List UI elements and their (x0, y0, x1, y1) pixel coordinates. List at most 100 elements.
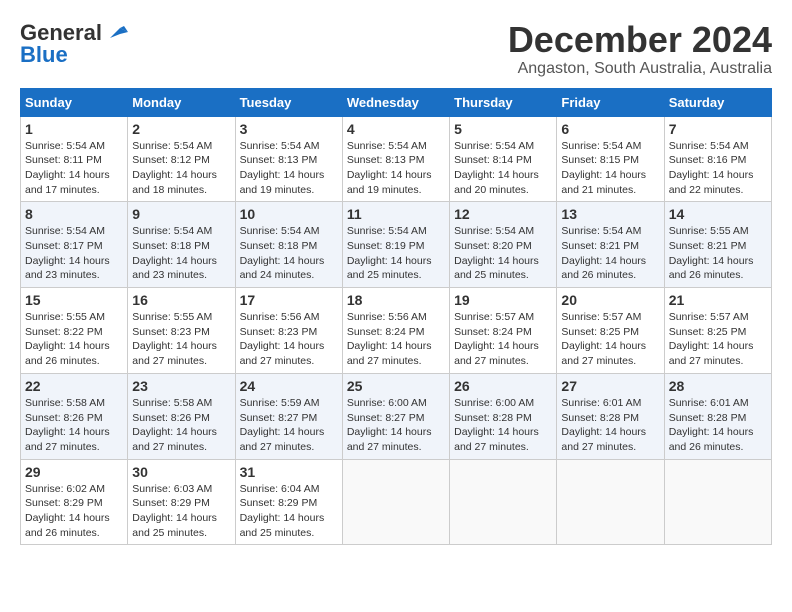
logo-bird-icon (106, 24, 128, 42)
day-number: 15 (25, 292, 123, 308)
calendar-cell: 30 Sunrise: 6:03 AMSunset: 8:29 PMDaylig… (128, 459, 235, 545)
day-number: 12 (454, 206, 552, 222)
location-subtitle: Angaston, South Australia, Australia (508, 60, 772, 78)
day-info: Sunrise: 5:57 AMSunset: 8:25 PMDaylight:… (669, 310, 767, 369)
logo: General Blue (20, 20, 128, 68)
day-number: 18 (347, 292, 445, 308)
day-number: 2 (132, 121, 230, 137)
day-number: 9 (132, 206, 230, 222)
calendar-cell: 7 Sunrise: 5:54 AMSunset: 8:16 PMDayligh… (664, 116, 771, 202)
day-info: Sunrise: 6:01 AMSunset: 8:28 PMDaylight:… (561, 396, 659, 455)
calendar-cell: 23 Sunrise: 5:58 AMSunset: 8:26 PMDaylig… (128, 373, 235, 459)
calendar-cell: 1 Sunrise: 5:54 AMSunset: 8:11 PMDayligh… (21, 116, 128, 202)
calendar-cell: 20 Sunrise: 5:57 AMSunset: 8:25 PMDaylig… (557, 288, 664, 374)
day-info: Sunrise: 5:54 AMSunset: 8:13 PMDaylight:… (347, 139, 445, 198)
calendar-header-row: SundayMondayTuesdayWednesdayThursdayFrid… (21, 88, 772, 116)
day-number: 16 (132, 292, 230, 308)
day-info: Sunrise: 5:55 AMSunset: 8:21 PMDaylight:… (669, 224, 767, 283)
calendar-cell: 3 Sunrise: 5:54 AMSunset: 8:13 PMDayligh… (235, 116, 342, 202)
day-number: 21 (669, 292, 767, 308)
day-number: 6 (561, 121, 659, 137)
day-info: Sunrise: 5:55 AMSunset: 8:22 PMDaylight:… (25, 310, 123, 369)
day-info: Sunrise: 5:54 AMSunset: 8:18 PMDaylight:… (240, 224, 338, 283)
calendar-cell: 26 Sunrise: 6:00 AMSunset: 8:28 PMDaylig… (450, 373, 557, 459)
column-header-saturday: Saturday (664, 88, 771, 116)
day-number: 23 (132, 378, 230, 394)
day-number: 24 (240, 378, 338, 394)
calendar-cell: 13 Sunrise: 5:54 AMSunset: 8:21 PMDaylig… (557, 202, 664, 288)
calendar-cell: 2 Sunrise: 5:54 AMSunset: 8:12 PMDayligh… (128, 116, 235, 202)
day-number: 8 (25, 206, 123, 222)
month-title: December 2024 (508, 20, 772, 60)
day-number: 29 (25, 464, 123, 480)
day-info: Sunrise: 5:58 AMSunset: 8:26 PMDaylight:… (132, 396, 230, 455)
day-number: 19 (454, 292, 552, 308)
day-number: 26 (454, 378, 552, 394)
calendar-table: SundayMondayTuesdayWednesdayThursdayFrid… (20, 88, 772, 546)
day-number: 20 (561, 292, 659, 308)
day-number: 22 (25, 378, 123, 394)
day-info: Sunrise: 5:57 AMSunset: 8:25 PMDaylight:… (561, 310, 659, 369)
page-header: General Blue December 2024 Angaston, Sou… (20, 20, 772, 78)
day-number: 27 (561, 378, 659, 394)
calendar-cell (342, 459, 449, 545)
day-info: Sunrise: 5:54 AMSunset: 8:16 PMDaylight:… (669, 139, 767, 198)
day-number: 11 (347, 206, 445, 222)
calendar-cell: 17 Sunrise: 5:56 AMSunset: 8:23 PMDaylig… (235, 288, 342, 374)
calendar-cell: 29 Sunrise: 6:02 AMSunset: 8:29 PMDaylig… (21, 459, 128, 545)
calendar-cell: 11 Sunrise: 5:54 AMSunset: 8:19 PMDaylig… (342, 202, 449, 288)
day-info: Sunrise: 6:01 AMSunset: 8:28 PMDaylight:… (669, 396, 767, 455)
logo-blue: Blue (20, 42, 68, 68)
calendar-week-row: 15 Sunrise: 5:55 AMSunset: 8:22 PMDaylig… (21, 288, 772, 374)
calendar-cell: 8 Sunrise: 5:54 AMSunset: 8:17 PMDayligh… (21, 202, 128, 288)
calendar-cell (557, 459, 664, 545)
day-number: 1 (25, 121, 123, 137)
day-info: Sunrise: 5:57 AMSunset: 8:24 PMDaylight:… (454, 310, 552, 369)
day-info: Sunrise: 5:56 AMSunset: 8:23 PMDaylight:… (240, 310, 338, 369)
day-number: 17 (240, 292, 338, 308)
column-header-sunday: Sunday (21, 88, 128, 116)
calendar-cell: 21 Sunrise: 5:57 AMSunset: 8:25 PMDaylig… (664, 288, 771, 374)
day-info: Sunrise: 5:59 AMSunset: 8:27 PMDaylight:… (240, 396, 338, 455)
calendar-cell: 16 Sunrise: 5:55 AMSunset: 8:23 PMDaylig… (128, 288, 235, 374)
calendar-cell: 4 Sunrise: 5:54 AMSunset: 8:13 PMDayligh… (342, 116, 449, 202)
calendar-cell: 6 Sunrise: 5:54 AMSunset: 8:15 PMDayligh… (557, 116, 664, 202)
column-header-friday: Friday (557, 88, 664, 116)
calendar-cell: 18 Sunrise: 5:56 AMSunset: 8:24 PMDaylig… (342, 288, 449, 374)
day-info: Sunrise: 5:54 AMSunset: 8:13 PMDaylight:… (240, 139, 338, 198)
day-number: 30 (132, 464, 230, 480)
calendar-cell: 5 Sunrise: 5:54 AMSunset: 8:14 PMDayligh… (450, 116, 557, 202)
calendar-cell: 19 Sunrise: 5:57 AMSunset: 8:24 PMDaylig… (450, 288, 557, 374)
day-info: Sunrise: 5:54 AMSunset: 8:21 PMDaylight:… (561, 224, 659, 283)
day-number: 31 (240, 464, 338, 480)
calendar-week-row: 1 Sunrise: 5:54 AMSunset: 8:11 PMDayligh… (21, 116, 772, 202)
day-info: Sunrise: 6:00 AMSunset: 8:27 PMDaylight:… (347, 396, 445, 455)
day-info: Sunrise: 5:54 AMSunset: 8:18 PMDaylight:… (132, 224, 230, 283)
day-info: Sunrise: 5:58 AMSunset: 8:26 PMDaylight:… (25, 396, 123, 455)
day-number: 13 (561, 206, 659, 222)
day-info: Sunrise: 5:54 AMSunset: 8:12 PMDaylight:… (132, 139, 230, 198)
column-header-thursday: Thursday (450, 88, 557, 116)
day-info: Sunrise: 5:54 AMSunset: 8:14 PMDaylight:… (454, 139, 552, 198)
calendar-cell: 25 Sunrise: 6:00 AMSunset: 8:27 PMDaylig… (342, 373, 449, 459)
day-info: Sunrise: 6:02 AMSunset: 8:29 PMDaylight:… (25, 482, 123, 541)
day-number: 4 (347, 121, 445, 137)
day-info: Sunrise: 5:54 AMSunset: 8:19 PMDaylight:… (347, 224, 445, 283)
day-number: 28 (669, 378, 767, 394)
day-number: 10 (240, 206, 338, 222)
day-info: Sunrise: 5:54 AMSunset: 8:17 PMDaylight:… (25, 224, 123, 283)
calendar-cell: 9 Sunrise: 5:54 AMSunset: 8:18 PMDayligh… (128, 202, 235, 288)
column-header-tuesday: Tuesday (235, 88, 342, 116)
day-info: Sunrise: 5:55 AMSunset: 8:23 PMDaylight:… (132, 310, 230, 369)
calendar-cell: 28 Sunrise: 6:01 AMSunset: 8:28 PMDaylig… (664, 373, 771, 459)
calendar-week-row: 29 Sunrise: 6:02 AMSunset: 8:29 PMDaylig… (21, 459, 772, 545)
day-info: Sunrise: 6:03 AMSunset: 8:29 PMDaylight:… (132, 482, 230, 541)
day-number: 5 (454, 121, 552, 137)
calendar-week-row: 22 Sunrise: 5:58 AMSunset: 8:26 PMDaylig… (21, 373, 772, 459)
day-info: Sunrise: 6:00 AMSunset: 8:28 PMDaylight:… (454, 396, 552, 455)
day-number: 25 (347, 378, 445, 394)
day-info: Sunrise: 5:54 AMSunset: 8:20 PMDaylight:… (454, 224, 552, 283)
day-info: Sunrise: 5:54 AMSunset: 8:11 PMDaylight:… (25, 139, 123, 198)
day-number: 3 (240, 121, 338, 137)
day-number: 7 (669, 121, 767, 137)
